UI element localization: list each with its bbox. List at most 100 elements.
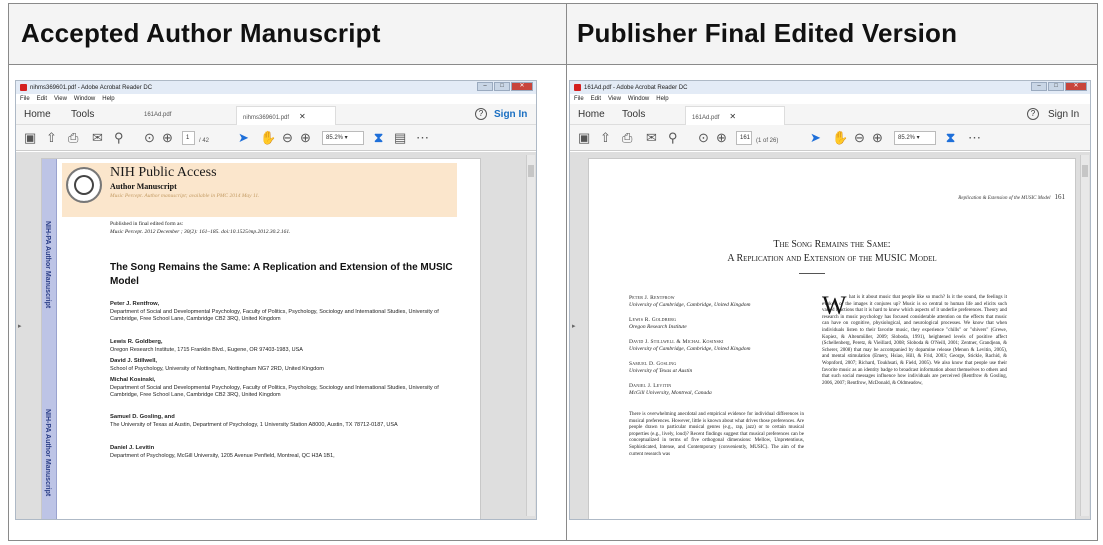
left-pane-arrow-icon[interactable]: ▸ [18,322,22,330]
upload-icon[interactable]: ⇧ [600,130,611,145]
scrollbar-thumb[interactable] [1082,165,1088,177]
author-block: Daniel J. Levitin Department of Psycholog… [110,445,465,460]
save-icon[interactable]: ▣ [578,130,590,145]
minimize-icon[interactable]: – [477,82,493,91]
author-block: Lewis R. Goldberg Oregon Research Institu… [629,317,789,331]
scrollbar-thumb[interactable] [528,165,534,177]
vertical-scrollbar[interactable] [526,155,535,516]
author-name: Peter J. Rentfrow [629,295,675,301]
menu-file[interactable]: File [20,96,30,102]
print-icon[interactable]: ⎙ [622,130,632,145]
email-icon[interactable]: ✉ [92,130,103,145]
author-name: David J. Stillwell & Michal Kosinski [629,339,724,345]
tab-close-icon[interactable]: ✕ [299,112,306,121]
body-text: hat is it about music that people like s… [822,295,1007,386]
zoom-out-icon[interactable]: ⊖ [282,130,293,145]
author-name: Lewis R. Goldberg, [110,339,163,345]
print-icon[interactable]: ⎙ [68,130,78,145]
nih-subtitle: Author Manuscript [110,182,177,191]
vertical-scrollbar[interactable] [1080,155,1089,516]
menu-window[interactable]: Window [628,96,649,102]
menu-help[interactable]: Help [102,96,114,102]
author-affil: University of Texas at Austin [629,368,693,374]
column-divider [566,4,567,540]
menu-edit[interactable]: Edit [37,96,47,102]
author-block: Peter J. Rentfrow University of Cambridge… [629,295,789,309]
page-number: 161 [1054,193,1066,201]
document-viewport[interactable]: ▸ NIH-PA Author Manuscript NIH-PA Author… [16,152,536,519]
pdf-page: Replication & Extension of the MUSIC Mod… [588,158,1076,519]
next-page-icon[interactable]: ⊕ [716,130,727,145]
nav-tools[interactable]: Tools [622,109,645,120]
sign-in-link[interactable]: Sign In [1048,109,1079,120]
tab-label: 161Ad.pdf [692,115,720,121]
author-block: Lewis R. Goldberg, Oregon Research Instit… [110,339,465,354]
author-affil: Oregon Research Institute, 1715 Franklin… [110,346,303,353]
window-titlebar: nihms369601.pdf - Adobe Acrobat Reader D… [16,81,536,94]
fit-page-icon[interactable]: ⧗ [946,130,955,145]
search-icon[interactable]: ⚲ [668,130,678,145]
pdf-app-icon [20,84,27,91]
menu-view[interactable]: View [608,96,621,102]
tab-161ad[interactable]: 161Ad.pdf [138,106,177,125]
left-pane-arrow-icon[interactable]: ▸ [572,322,576,330]
zoom-select[interactable]: 85.2% ▾ [894,131,936,145]
tab-label: nihms369601.pdf [243,115,290,121]
close-icon[interactable]: ✕ [511,82,533,91]
tab-bar: Home Tools 161Ad.pdf ✕ ? Sign In [570,104,1090,125]
zoom-out-icon[interactable]: ⊖ [854,130,865,145]
author-block: Daniel J. Levitin McGill University, Mont… [629,383,789,397]
running-head-text: Replication & Extension of the MUSIC Mod… [958,196,1051,201]
author-name: Peter J. Rentfrow, [110,301,160,307]
hand-tool-icon[interactable]: ✋ [260,130,276,145]
select-cursor-icon[interactable]: ➤ [810,130,821,145]
menu-view[interactable]: View [54,96,67,102]
save-icon[interactable]: ▣ [24,130,36,145]
help-icon[interactable]: ? [475,108,487,120]
zoom-select[interactable]: 85.2% ▾ [322,131,364,145]
minimize-icon[interactable]: – [1031,82,1047,91]
tab-nihms[interactable]: nihms369601.pdf ✕ [236,106,336,125]
window-controls: – □ ✕ [1031,82,1087,91]
page-total: / 42 [199,138,210,144]
page-number-input[interactable]: 1 [182,131,195,145]
next-page-icon[interactable]: ⊕ [162,130,173,145]
sign-in-link[interactable]: Sign In [494,109,527,120]
tab-close-icon[interactable]: ✕ [729,112,736,121]
zoom-in-icon[interactable]: ⊕ [872,130,883,145]
pdf-app-icon [574,84,581,91]
menu-help[interactable]: Help [656,96,668,102]
more-tools-icon[interactable]: ⋯ [968,130,981,145]
select-cursor-icon[interactable]: ➤ [238,130,249,145]
help-icon[interactable]: ? [1027,108,1039,120]
maximize-icon[interactable]: □ [494,82,510,91]
nav-tools[interactable]: Tools [71,109,94,120]
comment-icon[interactable]: ▤ [394,130,406,145]
menu-edit[interactable]: Edit [591,96,601,102]
nav-home[interactable]: Home [24,109,51,120]
author-block: Samuel D. Gosling, and The University of … [110,414,465,429]
zoom-in-icon[interactable]: ⊕ [300,130,311,145]
menu-window[interactable]: Window [74,96,95,102]
nav-home[interactable]: Home [578,109,605,120]
hand-tool-icon[interactable]: ✋ [832,130,848,145]
more-tools-icon[interactable]: ⋯ [416,130,429,145]
prev-page-icon[interactable]: ⊙ [698,130,709,145]
search-icon[interactable]: ⚲ [114,130,124,145]
page-number-input[interactable]: 161 [736,131,752,145]
article-title: The Song Remains the Same: A Replication… [110,262,453,287]
author-block: Michal Kosinski, Department of Social and… [110,377,465,400]
maximize-icon[interactable]: □ [1048,82,1064,91]
prev-page-icon[interactable]: ⊙ [144,130,155,145]
email-icon[interactable]: ✉ [646,130,657,145]
tab-161ad[interactable]: 161Ad.pdf ✕ [685,106,785,125]
window-controls: – □ ✕ [477,82,533,91]
author-name: Daniel J. Levitin [110,445,155,451]
upload-icon[interactable]: ⇧ [46,130,57,145]
window-title: nihms369601.pdf - Adobe Acrobat Reader D… [30,84,153,91]
author-name: Samuel D. Gosling, and [110,414,175,420]
fit-page-icon[interactable]: ⧗ [374,130,383,145]
menu-file[interactable]: File [574,96,584,102]
close-icon[interactable]: ✕ [1065,82,1087,91]
document-viewport[interactable]: ▸ Replication & Extension of the MUSIC M… [570,152,1090,519]
